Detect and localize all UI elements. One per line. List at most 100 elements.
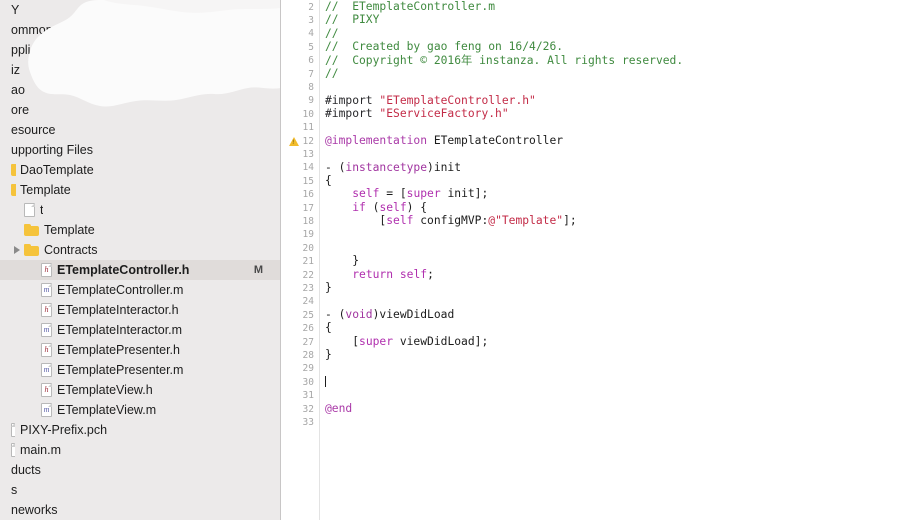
line-number-gutter[interactable]: 2345678910111213141516171819202122232425…: [281, 0, 319, 520]
code-line[interactable]: {: [325, 321, 920, 334]
line-number[interactable]: 22: [303, 269, 314, 282]
line-number[interactable]: 16: [303, 188, 314, 201]
line-number[interactable]: 33: [303, 416, 314, 429]
line-number[interactable]: 10: [303, 108, 314, 121]
line-number[interactable]: 25: [303, 309, 314, 322]
line-number[interactable]: 28: [303, 349, 314, 362]
line-number[interactable]: 6: [308, 54, 314, 67]
navigator-row[interactable]: m ETemplatePresenter.m: [0, 360, 281, 380]
navigator-row[interactable]: iz: [0, 60, 281, 80]
line-number[interactable]: 19: [303, 228, 314, 241]
line-number[interactable]: 7: [308, 68, 314, 81]
code-line[interactable]: [325, 241, 920, 254]
line-number[interactable]: 17: [303, 202, 314, 215]
code-line[interactable]: - (instancetype)init: [325, 161, 920, 174]
code-line[interactable]: @end: [325, 402, 920, 415]
line-number[interactable]: 26: [303, 322, 314, 335]
navigator-row[interactable]: h ETemplateView.h: [0, 380, 281, 400]
code-line[interactable]: [325, 415, 920, 428]
disclosure-triangle-icon[interactable]: [13, 240, 24, 260]
line-number[interactable]: 8: [308, 81, 314, 94]
navigator-row[interactable]: upporting Files: [0, 140, 281, 160]
navigator-row[interactable]: Template: [0, 220, 281, 240]
line-number[interactable]: 12: [288, 135, 314, 148]
project-navigator[interactable]: Yommon pplication iz ao ore esource upporting …: [0, 0, 281, 520]
line-number[interactable]: 5: [308, 41, 314, 54]
line-number[interactable]: 13: [303, 148, 314, 161]
navigator-row[interactable]: Template: [0, 180, 281, 200]
line-number[interactable]: 9: [308, 94, 314, 107]
line-number[interactable]: 4: [308, 27, 314, 40]
line-number[interactable]: 21: [303, 255, 314, 268]
navigator-row[interactable]: pplication: [0, 40, 281, 60]
warning-icon[interactable]: [288, 137, 299, 146]
code-line[interactable]: self = [super init];: [325, 187, 920, 200]
code-token-pln: }: [325, 281, 332, 295]
code-line[interactable]: [self configMVP:@"Template"];: [325, 214, 920, 227]
line-number[interactable]: 3: [308, 14, 314, 27]
code-line[interactable]: #import "EServiceFactory.h": [325, 107, 920, 120]
navigator-row[interactable]: m ETemplateController.m: [0, 280, 281, 300]
code-line[interactable]: {: [325, 174, 920, 187]
code-line[interactable]: @implementation ETemplateController: [325, 134, 920, 147]
code-line[interactable]: [super viewDidLoad];: [325, 335, 920, 348]
navigator-row[interactable]: Y: [0, 0, 281, 20]
code-token-pln: )init: [427, 160, 462, 174]
code-line[interactable]: //: [325, 27, 920, 40]
line-number[interactable]: 31: [303, 389, 314, 402]
navigator-row[interactable]: h ETemplatePresenter.h: [0, 340, 281, 360]
code-line[interactable]: [325, 121, 920, 134]
code-line[interactable]: if (self) {: [325, 201, 920, 214]
source-editor[interactable]: 2345678910111213141516171819202122232425…: [281, 0, 920, 520]
code-line[interactable]: return self;: [325, 268, 920, 281]
line-number[interactable]: 14: [303, 161, 314, 174]
navigator-row[interactable]: DaoTemplate: [0, 160, 281, 180]
line-number[interactable]: 29: [303, 362, 314, 375]
navigator-row-selected[interactable]: h ETemplateController.h M: [0, 260, 281, 280]
navigator-row[interactable]: h ETemplateInteractor.h: [0, 300, 281, 320]
line-number[interactable]: 2: [308, 1, 314, 14]
navigator-row[interactable]: ore: [0, 100, 281, 120]
navigator-row[interactable]: Contracts: [0, 240, 281, 260]
code-line[interactable]: }: [325, 281, 920, 294]
navigator-row[interactable]: esource: [0, 120, 281, 140]
code-line[interactable]: [325, 295, 920, 308]
code-text[interactable]: // ETemplateController.m// PIXY//// Crea…: [325, 0, 920, 520]
navigator-row[interactable]: m ETemplateInteractor.m: [0, 320, 281, 340]
line-number[interactable]: 11: [303, 121, 314, 134]
code-line[interactable]: [325, 80, 920, 93]
code-line[interactable]: //: [325, 67, 920, 80]
code-line[interactable]: // PIXY: [325, 13, 920, 26]
code-line[interactable]: // Created by gao feng on 16/4/26.: [325, 40, 920, 53]
code-line[interactable]: [325, 228, 920, 241]
navigator-row[interactable]: s: [0, 480, 281, 500]
line-number[interactable]: 23: [303, 282, 314, 295]
code-line[interactable]: }: [325, 254, 920, 267]
line-number[interactable]: 15: [303, 175, 314, 188]
line-number[interactable]: 20: [303, 242, 314, 255]
code-token-pln: {: [325, 321, 332, 335]
code-line[interactable]: }: [325, 348, 920, 361]
code-line[interactable]: #import "ETemplateController.h": [325, 94, 920, 107]
navigator-row[interactable]: PIXY-Prefix.pch: [0, 420, 281, 440]
navigator-row[interactable]: m ETemplateView.m: [0, 400, 281, 420]
code-line[interactable]: [325, 147, 920, 160]
navigator-row[interactable]: main.m: [0, 440, 281, 460]
folder-icon: [11, 184, 16, 196]
line-number[interactable]: 30: [303, 376, 314, 389]
line-number[interactable]: 27: [303, 336, 314, 349]
code-line[interactable]: // ETemplateController.m: [325, 0, 920, 13]
line-number[interactable]: 32: [303, 403, 314, 416]
code-line[interactable]: [325, 388, 920, 401]
code-line[interactable]: // Copyright © 2016年 instanza. All right…: [325, 54, 920, 67]
navigator-row[interactable]: ommon: [0, 20, 281, 40]
code-line[interactable]: [325, 375, 920, 388]
line-number[interactable]: 18: [303, 215, 314, 228]
code-line[interactable]: [325, 362, 920, 375]
navigator-row[interactable]: t: [0, 200, 281, 220]
line-number[interactable]: 24: [303, 295, 314, 308]
navigator-row[interactable]: ducts: [0, 460, 281, 480]
navigator-row[interactable]: ao: [0, 80, 281, 100]
navigator-row[interactable]: neworks: [0, 500, 281, 520]
code-line[interactable]: - (void)viewDidLoad: [325, 308, 920, 321]
